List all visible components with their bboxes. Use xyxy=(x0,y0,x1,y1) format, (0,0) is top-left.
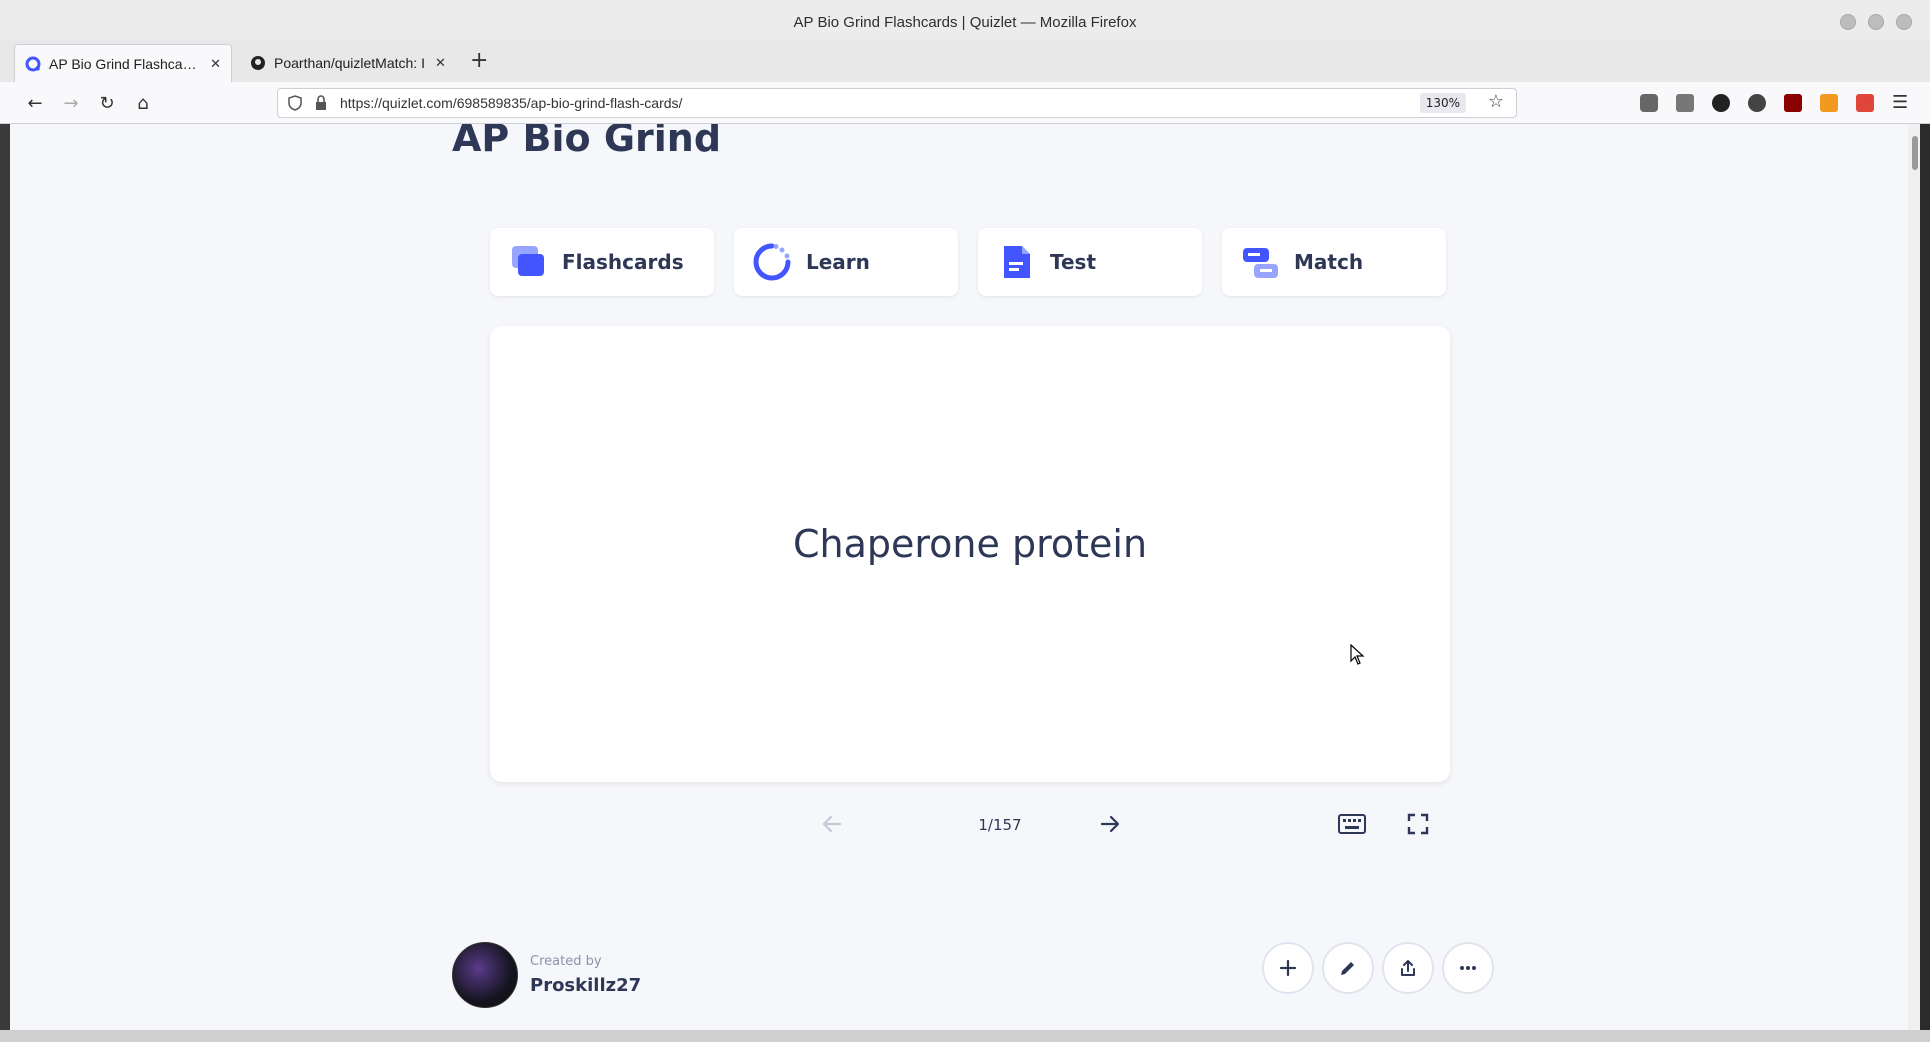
menu-icon[interactable]: ☰ xyxy=(1892,94,1910,112)
share-button[interactable] xyxy=(1382,942,1434,994)
tab-quizlet[interactable]: AP Bio Grind Flashcards ✕ xyxy=(14,44,232,82)
home-icon[interactable]: ⌂ xyxy=(132,92,154,114)
page-content: AP Bio Grind Flashcards Learn Test Match… xyxy=(10,124,1920,1030)
mode-label: Flashcards xyxy=(562,250,684,274)
reload-icon[interactable]: ↻ xyxy=(96,92,118,114)
extension-orange-icon[interactable] xyxy=(1820,94,1838,112)
plus-icon xyxy=(1279,959,1297,977)
close-window-button[interactable] xyxy=(1896,14,1912,30)
extension-icon[interactable] xyxy=(1748,94,1766,112)
more-options-button[interactable] xyxy=(1442,942,1494,994)
keyboard-icon xyxy=(1338,814,1366,834)
mode-label: Learn xyxy=(806,250,870,274)
download-icon[interactable] xyxy=(1676,94,1694,112)
pocket-icon[interactable] xyxy=(1640,94,1658,112)
creator-name[interactable]: Proskillz27 xyxy=(530,975,641,996)
arrow-left-icon xyxy=(822,815,842,833)
flashcards-icon xyxy=(512,246,544,276)
zoom-level[interactable]: 130% xyxy=(1419,93,1466,113)
quizlet-favicon-icon xyxy=(25,56,41,71)
ublock-icon[interactable] xyxy=(1784,94,1802,112)
test-icon xyxy=(1004,246,1030,278)
arrow-right-icon xyxy=(1100,815,1120,833)
github-favicon-icon xyxy=(251,56,265,70)
tab-github[interactable]: Poarthan/quizletMatch: I ✕ xyxy=(240,44,458,82)
avatar[interactable] xyxy=(452,942,518,1008)
creator-info: Created by Proskillz27 xyxy=(452,942,641,1008)
flashcard-term: Chaperone protein xyxy=(792,522,1148,566)
edit-set-button[interactable] xyxy=(1322,942,1374,994)
page-scrollbar[interactable] xyxy=(1908,124,1920,1030)
next-card-button[interactable] xyxy=(1094,808,1126,840)
account-icon[interactable] xyxy=(1712,94,1730,112)
screenshot-icon[interactable] xyxy=(1856,94,1874,112)
url-bar[interactable]: https://quizlet.com/698589835/ap-bio-gri… xyxy=(277,88,1517,118)
learn-icon xyxy=(753,243,791,281)
mode-learn-button[interactable]: Learn xyxy=(734,228,958,296)
fullscreen-icon xyxy=(1407,813,1429,835)
keyboard-shortcuts-button[interactable] xyxy=(1336,808,1368,840)
scrollbar-thumb[interactable] xyxy=(1912,136,1918,170)
previous-card-button[interactable] xyxy=(816,808,848,840)
pencil-icon xyxy=(1341,962,1354,975)
flashcard-controls: 1/157 xyxy=(490,804,1450,844)
created-by-label: Created by xyxy=(530,954,602,969)
mode-test-button[interactable]: Test xyxy=(978,228,1202,296)
maximize-button[interactable] xyxy=(1868,14,1884,30)
share-icon xyxy=(1401,960,1415,976)
fullscreen-button[interactable] xyxy=(1402,808,1434,840)
toolbar-extensions: ☰ xyxy=(1640,94,1910,112)
close-tab-icon[interactable]: ✕ xyxy=(210,56,221,72)
url-text[interactable]: https://quizlet.com/698589835/ap-bio-gri… xyxy=(340,95,682,111)
mouse-cursor-icon xyxy=(1350,644,1365,665)
left-window-edge xyxy=(0,124,10,1030)
study-modes: Flashcards Learn Test Match xyxy=(490,228,1446,296)
bookmark-star-icon[interactable]: ☆ xyxy=(1488,91,1504,112)
new-tab-button[interactable]: + xyxy=(470,48,488,73)
window-title: AP Bio Grind Flashcards | Quizlet — Mozi… xyxy=(793,14,1137,31)
mode-label: Match xyxy=(1294,250,1364,274)
window-controls xyxy=(1840,14,1912,30)
card-counter: 1/157 xyxy=(978,816,1022,834)
back-icon[interactable]: ← xyxy=(24,92,46,114)
ellipsis-icon xyxy=(1460,966,1476,970)
navigation-bar: ← → ↻ ⌂ https://quizlet.com/698589835/ap… xyxy=(0,82,1930,124)
forward-icon[interactable]: → xyxy=(60,92,82,114)
tab-label: Poarthan/quizletMatch: I xyxy=(274,55,425,71)
mode-match-button[interactable]: Match xyxy=(1222,228,1446,296)
shield-icon[interactable] xyxy=(288,95,302,111)
set-actions xyxy=(1262,942,1494,994)
lock-icon[interactable] xyxy=(314,95,328,111)
close-tab-icon[interactable]: ✕ xyxy=(435,55,446,71)
mode-flashcards-button[interactable]: Flashcards xyxy=(490,228,714,296)
add-to-folder-button[interactable] xyxy=(1262,942,1314,994)
mode-label: Test xyxy=(1050,250,1097,274)
set-title: AP Bio Grind xyxy=(452,124,722,160)
tab-label: AP Bio Grind Flashcards xyxy=(49,55,201,72)
tab-strip: AP Bio Grind Flashcards ✕ Poarthan/quizl… xyxy=(0,40,1930,82)
flashcard[interactable]: Chaperone protein xyxy=(490,326,1450,782)
taskbar xyxy=(0,1030,1930,1042)
match-icon xyxy=(1243,248,1278,278)
minimize-button[interactable] xyxy=(1840,14,1856,30)
